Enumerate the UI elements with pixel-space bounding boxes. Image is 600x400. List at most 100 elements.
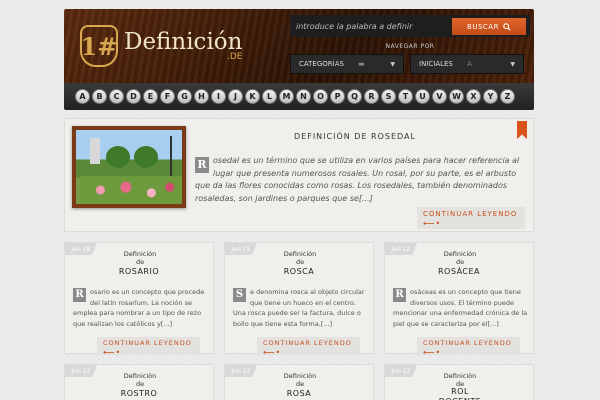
article-card: jun 13 Definición de ROSA bbox=[224, 364, 374, 400]
image-tree bbox=[106, 146, 130, 168]
letter-link-n[interactable]: N bbox=[296, 89, 311, 104]
featured-excerpt-text: osedal es un término que se utiliza en v… bbox=[195, 156, 520, 203]
dropcap: R bbox=[195, 157, 209, 173]
initials-label: INICIALES A bbox=[419, 60, 472, 68]
search-box: BUSCAR bbox=[290, 15, 530, 37]
image-roses bbox=[80, 176, 182, 204]
letter-link-r[interactable]: R bbox=[364, 89, 379, 104]
letter-link-o[interactable]: O bbox=[313, 89, 328, 104]
arrow-right-icon: ⟵• bbox=[423, 219, 442, 228]
search-button[interactable]: BUSCAR bbox=[452, 18, 526, 35]
card-title[interactable]: ROSA bbox=[225, 389, 373, 398]
logo-text: Definición bbox=[124, 29, 243, 55]
logo-mark-text: 1# bbox=[80, 31, 118, 61]
letter-link-s[interactable]: S bbox=[381, 89, 396, 104]
article-card: jun 13 Definición de ROSTRO bbox=[64, 364, 214, 400]
date-tag: jun 18 bbox=[65, 243, 97, 255]
search-button-label: BUSCAR bbox=[467, 22, 499, 31]
bookmark-icon bbox=[517, 121, 527, 139]
date-tag: jun 12 bbox=[385, 365, 417, 377]
letter-link-k[interactable]: K bbox=[245, 89, 260, 104]
card-definition-label: Definición de bbox=[283, 250, 317, 266]
featured-article: DEFINICIÓN DE ROSEDAL R osedal es un tér… bbox=[64, 118, 534, 232]
card-definition-label: Definición de bbox=[283, 372, 317, 388]
card-excerpt: S e denomina rosca al objeto circular qu… bbox=[233, 287, 369, 329]
letter-link-q[interactable]: Q bbox=[347, 89, 362, 104]
letter-link-f[interactable]: F bbox=[160, 89, 175, 104]
card-title[interactable]: ROSÁCEA bbox=[385, 267, 533, 276]
continue-label: CONTINUAR LEYENDO bbox=[423, 210, 518, 218]
date-tag: jun 15 bbox=[225, 243, 257, 255]
card-definition-label: Definición de bbox=[123, 250, 157, 266]
letter-link-b[interactable]: B bbox=[92, 89, 107, 104]
card-title[interactable]: ROSTRO bbox=[65, 389, 213, 398]
card-title[interactable]: ROSCA bbox=[225, 267, 373, 276]
letter-link-e[interactable]: E bbox=[143, 89, 158, 104]
categories-mini-icon: ▬ bbox=[358, 60, 365, 68]
dropcap: R bbox=[393, 288, 406, 302]
card-excerpt-text: osario es un concepto que procede del la… bbox=[73, 288, 205, 328]
arrow-right-icon: ⟵• bbox=[103, 348, 122, 357]
dropcap: R bbox=[73, 288, 86, 302]
card-title[interactable]: ROL DOCENTE bbox=[435, 387, 485, 400]
featured-image-frame[interactable] bbox=[72, 126, 186, 208]
letter-link-t[interactable]: T bbox=[398, 89, 413, 104]
featured-image bbox=[76, 130, 182, 204]
date-tag: jun 12 bbox=[385, 243, 417, 255]
article-card: jun 18 Definición de ROSARIO R osario es… bbox=[64, 242, 214, 357]
logo-wordmark: Definición .DE bbox=[124, 30, 242, 62]
card-excerpt: R osario es un concepto que procede del … bbox=[73, 287, 209, 329]
image-lamp bbox=[170, 136, 172, 180]
site-header: 1# Definición .DE BUSCAR NAVEGAR POR CAT… bbox=[64, 9, 534, 83]
site-logo[interactable]: 1# Definición .DE bbox=[80, 21, 242, 71]
letter-link-l[interactable]: L bbox=[262, 89, 277, 104]
nav-title: NAVEGAR POR bbox=[385, 43, 435, 50]
logo-mark-icon: 1# bbox=[80, 25, 118, 67]
continue-label: CONTINUAR LEYENDO bbox=[103, 339, 192, 347]
article-card: jun 15 Definición de ROSCA S e denomina … bbox=[224, 242, 374, 357]
featured-continue-link[interactable]: CONTINUAR LEYENDO ⟵• bbox=[417, 207, 526, 229]
card-continue-link[interactable]: CONTINUAR LEYENDO ⟵• bbox=[417, 337, 520, 357]
arrow-right-icon: ⟵• bbox=[423, 348, 442, 357]
letter-link-v[interactable]: V bbox=[432, 89, 447, 104]
initials-select[interactable]: INICIALES A ▼ bbox=[410, 54, 524, 74]
card-excerpt-text: osáceas es un concepto que tiene diverso… bbox=[393, 288, 528, 328]
arrow-right-icon: ⟵• bbox=[263, 348, 282, 357]
card-excerpt: R osáceas es un concepto que tiene diver… bbox=[393, 287, 529, 329]
letter-link-p[interactable]: P bbox=[330, 89, 345, 104]
card-definition-label: Definición de bbox=[443, 250, 477, 266]
image-tower bbox=[90, 138, 100, 164]
letter-link-z[interactable]: Z bbox=[500, 89, 515, 104]
letter-link-y[interactable]: Y bbox=[483, 89, 498, 104]
dropcap: S bbox=[233, 288, 246, 302]
letter-link-j[interactable]: J bbox=[228, 89, 243, 104]
card-continue-link[interactable]: CONTINUAR LEYENDO ⟵• bbox=[257, 337, 360, 357]
letter-link-c[interactable]: C bbox=[109, 89, 124, 104]
continue-label: CONTINUAR LEYENDO bbox=[263, 339, 352, 347]
letter-link-a[interactable]: A bbox=[75, 89, 90, 104]
letter-link-x[interactable]: X bbox=[466, 89, 481, 104]
categories-select[interactable]: CATEGORÍAS ▬ ▼ bbox=[290, 54, 404, 74]
initials-selected-value: A bbox=[467, 60, 472, 68]
card-continue-link[interactable]: CONTINUAR LEYENDO ⟵• bbox=[97, 337, 200, 357]
letter-link-d[interactable]: D bbox=[126, 89, 141, 104]
letter-link-g[interactable]: G bbox=[177, 89, 192, 104]
search-input[interactable] bbox=[296, 18, 446, 34]
letter-link-u[interactable]: U bbox=[415, 89, 430, 104]
date-tag: jun 13 bbox=[225, 365, 257, 377]
card-title[interactable]: ROSARIO bbox=[65, 267, 213, 276]
letter-link-m[interactable]: M bbox=[279, 89, 294, 104]
categories-label: CATEGORÍAS ▬ bbox=[299, 60, 365, 68]
letter-link-h[interactable]: H bbox=[194, 89, 209, 104]
chevron-down-icon: ▼ bbox=[510, 60, 515, 68]
article-card: jun 12 Definición de ROSÁCEA R osáceas e… bbox=[384, 242, 534, 357]
alphabet-bar: ABCDEFGHIJKLMNOPQRSTUVWXYZ bbox=[64, 83, 534, 110]
featured-title[interactable]: DEFINICIÓN DE ROSEDAL bbox=[195, 132, 515, 141]
card-definition-label: Definición de bbox=[123, 372, 157, 388]
card-excerpt-text: e denomina rosca al objeto circular que … bbox=[233, 288, 365, 328]
letter-link-w[interactable]: W bbox=[449, 89, 464, 104]
card-definition-label: Definición de bbox=[443, 372, 477, 388]
letter-link-i[interactable]: I bbox=[211, 89, 226, 104]
chevron-down-icon: ▼ bbox=[390, 60, 395, 68]
date-tag: jun 13 bbox=[65, 365, 97, 377]
